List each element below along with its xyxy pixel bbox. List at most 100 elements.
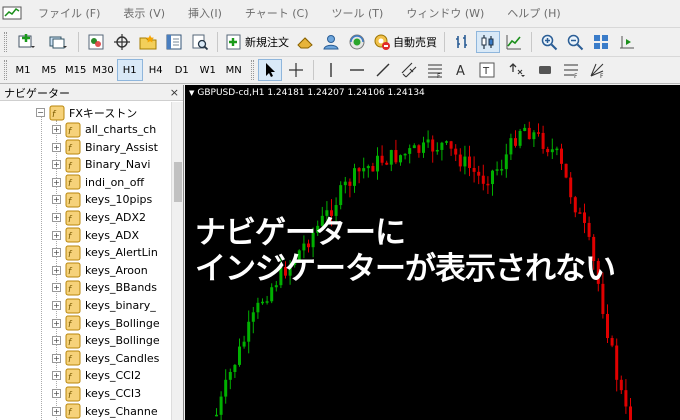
tree-item-indicator[interactable]: + f keys_Channe (52, 403, 158, 420)
menu-help[interactable]: ヘルプ (H) (497, 5, 573, 21)
expand-icon[interactable]: + (52, 371, 61, 381)
signals-button[interactable] (345, 31, 369, 53)
strategy-tester-button[interactable] (188, 31, 212, 53)
expand-icon[interactable]: + (52, 301, 61, 310)
tree-item-indicator[interactable]: + f keys_Bollinge (52, 332, 160, 349)
expand-icon[interactable]: + (52, 213, 61, 222)
line-chart-button[interactable] (502, 31, 526, 53)
tree-item-label: keys_ADX (85, 228, 140, 242)
timeframe-m30[interactable]: M30 (89, 59, 116, 81)
overlay-caption: ナビゲーターに インジケーターが表示されない (195, 215, 616, 287)
menu-file[interactable]: ファイル (F) (28, 5, 113, 21)
candle-body (523, 127, 527, 131)
expand-icon[interactable]: + (52, 142, 61, 152)
timeframe-mn[interactable]: MN (221, 59, 247, 81)
tree-item-indicator[interactable]: + f keys_Aroon (52, 262, 148, 279)
tree-item-indicator[interactable]: + f keys_Candles (52, 350, 159, 367)
text-tool-button[interactable]: A (449, 59, 473, 81)
tree-item-indicator[interactable]: + f Binary_Assist (52, 139, 158, 156)
candlestick-button[interactable] (476, 30, 500, 53)
cursor-tool-button[interactable] (257, 59, 282, 81)
meta-editor-button[interactable] (293, 31, 317, 53)
scrollbar-thumb[interactable] (174, 162, 182, 202)
navigator-scrollbar[interactable] (171, 102, 183, 420)
menu-chart[interactable]: チャート (C) (235, 5, 322, 21)
crosshair-tool-button[interactable] (284, 59, 308, 81)
candle-body (376, 155, 379, 172)
expand-icon[interactable]: + (52, 318, 61, 328)
new-chart-button[interactable] (11, 31, 41, 53)
horizontal-line-button[interactable] (345, 59, 369, 81)
indicator-icon: f (65, 298, 81, 313)
chart-window[interactable]: ▼ GBPUSD-cd,H1 1.24181 1.24207 1.24106 1.… (185, 85, 680, 420)
tile-windows-button[interactable] (589, 31, 613, 53)
timeframe-d1[interactable]: D1 (169, 59, 195, 81)
expand-icon[interactable]: + (52, 177, 61, 187)
timeframe-h4[interactable]: H4 (143, 59, 169, 81)
tree-item-indicator[interactable]: + f keys_BBands (52, 279, 157, 296)
expand-icon[interactable]: + (52, 265, 61, 275)
expand-icon[interactable]: + (52, 283, 61, 293)
navigator-button[interactable] (136, 31, 160, 53)
tree-item-indicator[interactable]: + f all_charts_ch (52, 121, 156, 138)
tree-item-indicator[interactable]: + f keys_binary_ (52, 297, 156, 314)
fib-fan-button[interactable]: F (559, 59, 583, 81)
expand-icon[interactable]: + (52, 160, 61, 170)
tree-item-indicator[interactable]: + f keys_10pips (52, 191, 152, 208)
expand-icon[interactable]: + (52, 336, 61, 346)
trend-line-button[interactable] (371, 59, 395, 81)
tree-item-indicator[interactable]: + f keys_ADX2 (52, 209, 146, 226)
tree-item-label: keys_Bollinge (85, 316, 160, 330)
expand-icon[interactable]: + (52, 406, 61, 416)
candle-body (564, 163, 568, 178)
expand-icon[interactable]: + (52, 230, 61, 240)
tree-item-indicator[interactable]: + f Binary_Navi (52, 156, 150, 173)
expand-icon[interactable]: + (52, 353, 61, 363)
tree-item-indicator[interactable]: + f keys_CCI2 (52, 367, 141, 384)
tree-item-indicator[interactable]: + f keys_CCI3 (52, 385, 141, 402)
terminal-button[interactable] (162, 31, 186, 53)
candle-body (412, 145, 416, 149)
tree-item-label: keys_AlertLin (85, 246, 158, 260)
zoom-out-button[interactable] (563, 31, 587, 53)
fibonacci-button[interactable]: F (423, 59, 447, 81)
auto-scroll-button[interactable] (615, 31, 639, 53)
fib-arcs-button[interactable]: F (585, 59, 609, 81)
profiles-button[interactable] (43, 31, 73, 53)
expand-icon[interactable]: + (52, 389, 61, 398)
zoom-in-button[interactable] (537, 31, 561, 53)
expand-icon[interactable]: + (52, 195, 61, 205)
menu-tools[interactable]: ツール (T) (322, 5, 397, 21)
navigator-close-button[interactable]: × (170, 86, 179, 99)
timeframe-w1[interactable]: W1 (195, 59, 221, 81)
text-label-button[interactable]: T (475, 59, 499, 81)
timeframe-m5[interactable]: M5 (36, 59, 62, 81)
expand-icon[interactable]: + (52, 248, 61, 258)
community-button[interactable] (319, 31, 343, 53)
arrows-button[interactable] (501, 59, 531, 81)
tree-item-indicator[interactable]: + f keys_AlertLin (52, 244, 158, 261)
data-window-button[interactable] (110, 31, 134, 53)
equidistant-channel-button[interactable] (397, 59, 421, 81)
expand-icon[interactable]: + (52, 125, 61, 134)
collapse-icon[interactable]: − (36, 108, 45, 117)
tree-item-indicator[interactable]: + f indi_on_off (52, 174, 144, 191)
timeframe-m1[interactable]: M1 (10, 59, 36, 81)
tree-item-indicator[interactable]: + f keys_ADX (52, 227, 139, 244)
indicator-icon: f (65, 157, 81, 173)
menu-insert[interactable]: 挿入(I) (178, 5, 235, 21)
indicator-icon: f (65, 245, 81, 261)
menu-window[interactable]: ウィンドウ (W) (396, 5, 497, 21)
bar-chart-button[interactable] (450, 31, 474, 53)
new-order-button[interactable]: 新規注文 (222, 31, 292, 53)
tree-item-indicator[interactable]: + f keys_Bollinge (52, 315, 160, 332)
timeframe-m15[interactable]: M15 (62, 59, 89, 81)
rectangle-button[interactable] (533, 59, 557, 81)
timeframe-h1[interactable]: H1 (116, 59, 143, 81)
auto-trading-button[interactable]: 自動売買 (370, 31, 440, 53)
tree-folder-fx-keystone[interactable]: − f FXキーストン (36, 104, 137, 121)
vertical-line-button[interactable] (319, 59, 343, 81)
menu-view[interactable]: 表示 (V) (113, 5, 178, 21)
market-watch-button[interactable] (84, 31, 108, 53)
tree-item-label: indi_on_off (85, 175, 145, 189)
